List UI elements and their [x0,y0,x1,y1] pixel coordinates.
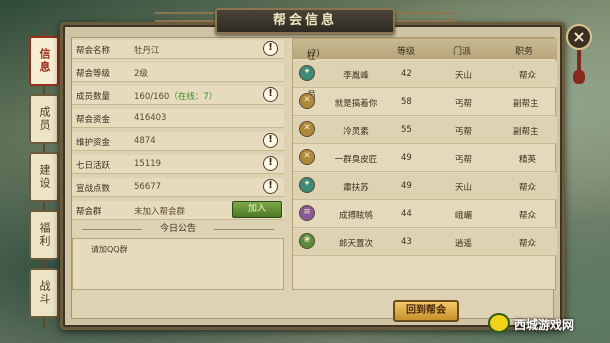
member-role: 帮众 [519,71,537,81]
side-tab-bar: 信息 成员 建设 福利 战斗 [29,28,61,328]
header-level: 等级 [397,47,416,57]
table-row[interactable]: ✦ 肅扶苏 49 天山 帮众 [293,173,557,200]
info-row-name: 帮会名称 牡丹江 ! [72,40,284,59]
xiaoyao-icon: ❀ [299,233,315,249]
emei-icon: ≡ [299,205,315,221]
guild-level-value: 2级 [134,69,148,79]
table-row[interactable]: ✕ 一群臭皮匠 49 丐帮 精英 [293,145,557,172]
title-ornament-right [395,12,455,22]
member-level: 44 [401,209,412,219]
join-group-button[interactable]: 加入 [232,201,282,218]
table-row[interactable]: ❀ 郎天置次 43 逍遥 帮众 [293,229,557,256]
member-level: 43 [401,237,412,247]
member-sect: 逍遥 [455,239,473,249]
member-level: 55 [401,125,412,135]
close-button[interactable]: × [566,24,592,50]
notice-title: 今日公告 [159,224,196,234]
member-sect: 天山 [455,183,473,193]
war-points-label: 宣战点数 [76,184,111,194]
member-name: 成搏眩鸲 [338,211,373,221]
member-role: 帮众 [519,183,537,193]
member-name: 李胤峰 [343,71,369,81]
member-sect: 丐帮 [455,127,473,137]
watermark-text: 西城游戏网 [514,318,575,332]
member-sect: 丐帮 [455,99,473,109]
notice-content: 请加QQ群 [91,245,128,254]
member-role: 副帮主 [513,127,539,137]
gaibang-icon: ✕ [299,93,315,109]
close-icon: × [572,27,586,46]
member-level: 42 [401,69,412,79]
member-sect: 峨嵋 [455,211,473,221]
maintenance-label: 维护资金 [76,138,111,148]
info-row-maintenance: 维护资金 4874 ! [72,132,284,151]
member-sect: 天山 [455,71,473,81]
member-name: 郎天置次 [338,239,373,249]
header-sect: 门派 [453,47,472,57]
help-icon[interactable]: ! [263,133,278,148]
panel-title: 帮会信息 [215,8,395,34]
member-role: 副帮主 [513,99,539,109]
member-name: 肅扶苏 [343,183,369,193]
guild-level-label: 帮会等级 [76,69,111,79]
online-count: （在线：7） [169,92,218,102]
guild-info-list: 帮会名称 牡丹江 ! 帮会等级 2级 成员数量 160/160（在线：7） ! … [72,40,284,220]
guild-name-label: 帮会名称 [76,46,111,56]
watermark-logo [488,313,510,333]
online-members-table: 在线成员(7) 等级 门派 职务 ✦ 李胤峰 42 天山 帮众 ✕ 就是搞着你 … [292,38,557,290]
tianshan-icon: ✦ [299,65,315,81]
activity-label: 七日活跃 [76,161,111,171]
header-online-count: (7) [307,49,320,59]
tab-build[interactable]: 建设 [29,152,59,202]
war-points-value: 56677 [134,182,162,192]
member-level: 49 [401,181,412,191]
info-row-members: 成员数量 160/160（在线：7） ! [72,86,284,105]
table-header: 在线成员(7) 等级 门派 职务 [293,39,557,101]
tab-info[interactable]: 信息 [29,36,59,86]
gaibang-icon: ✕ [299,121,315,137]
group-value: 未加入帮会群 [134,207,186,217]
tab-battle[interactable]: 战斗 [29,268,59,318]
help-icon[interactable]: ! [263,87,278,102]
member-name: 就是搞着你 [334,99,378,109]
funds-label: 帮会资金 [76,115,111,125]
table-row[interactable]: ✕ 就是搞着你 58 丐帮 副帮主 [293,89,557,116]
guild-name-value: 牡丹江 [134,46,160,56]
group-label: 帮会群 [76,207,102,217]
help-icon[interactable]: ! [263,179,278,194]
member-count-label: 成员数量 [76,92,111,102]
notice-box[interactable]: 请加QQ群 [72,238,284,290]
table-row[interactable]: ≡ 成搏眩鸲 44 峨嵋 帮众 [293,201,557,228]
member-level: 58 [401,97,412,107]
tab-welfare[interactable]: 福利 [29,210,59,260]
member-role: 帮众 [519,211,537,221]
info-row-level: 帮会等级 2级 [72,63,284,82]
member-name: 一群臭皮匠 [334,155,378,165]
member-count-value: 160/160（在线：7） [134,90,217,102]
table-row[interactable]: ✕ 冷灵素 55 丐帮 副帮主 [293,117,557,144]
info-row-group: 帮会群 未加入帮会群 加入 [72,201,284,220]
info-row-war-points: 宣战点数 56677 ! [72,178,284,197]
funds-value: 416403 [134,113,167,123]
help-icon[interactable]: ! [263,156,278,171]
activity-value: 15119 [134,159,162,169]
title-ornament-left [155,12,215,22]
info-row-funds: 帮会资金 416403 [72,109,284,128]
member-count: 160/160 [134,92,170,102]
header-role: 职务 [515,47,534,57]
member-role: 帮众 [519,239,537,249]
table-row[interactable]: ✦ 李胤峰 42 天山 帮众 [293,61,557,88]
gaibang-icon: ✕ [299,149,315,165]
member-level: 49 [401,153,412,163]
member-sect: 丐帮 [455,155,473,165]
member-name: 冷灵素 [343,127,369,137]
close-bead [573,70,585,84]
return-to-guild-button[interactable]: 回到帮会 [393,300,459,322]
tianshan-icon: ✦ [299,177,315,193]
info-row-activity: 七日活跃 15119 ! [72,155,284,174]
member-role: 精英 [519,155,537,165]
tab-members[interactable]: 成员 [29,94,59,144]
help-icon[interactable]: ! [263,41,278,56]
maintenance-value: 4874 [134,136,156,146]
